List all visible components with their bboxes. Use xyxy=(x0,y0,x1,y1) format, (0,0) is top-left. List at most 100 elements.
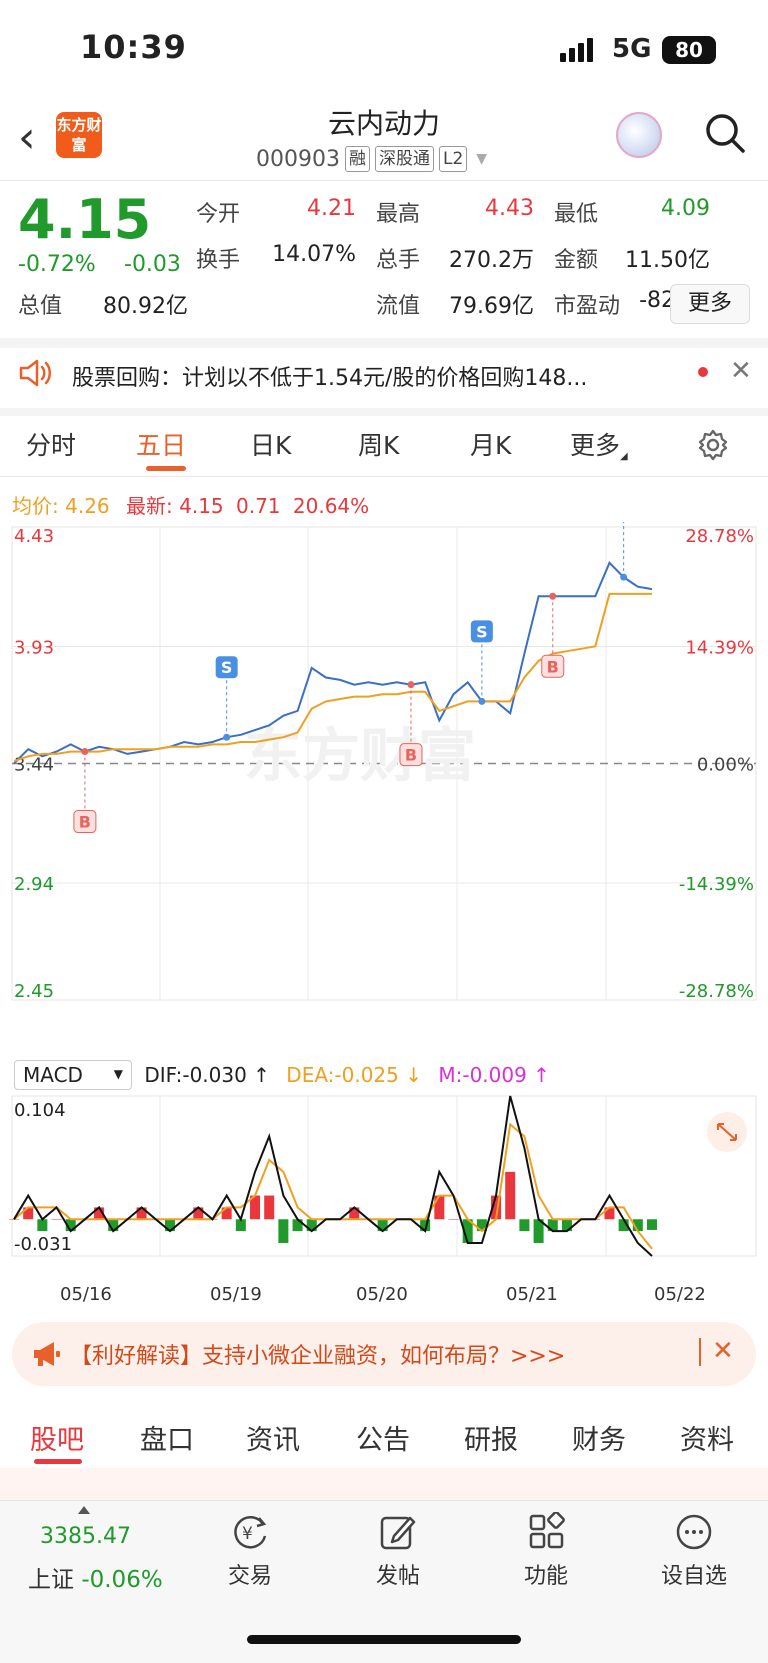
divider xyxy=(0,408,768,416)
m-value: M:-0.009 ↑ xyxy=(438,1063,550,1087)
macd-hist-bar xyxy=(505,1171,516,1220)
pct-axis-label: -28.78% xyxy=(679,981,754,1002)
network-type: 5G xyxy=(612,34,652,64)
tag-margin: 融 xyxy=(344,146,370,172)
price-axis-label: 2.45 xyxy=(14,981,54,1002)
index-value[interactable]: 3385.47 xyxy=(40,1524,131,1549)
close-banner-icon[interactable]: ✕ xyxy=(712,1336,734,1366)
macd-hist-bar xyxy=(647,1219,657,1230)
tab-more[interactable]: 更多◢ xyxy=(570,426,628,462)
tab-finance[interactable]: 财务 xyxy=(572,1418,626,1457)
home-indicator xyxy=(247,1635,521,1644)
tab-profile[interactable]: 资料 xyxy=(680,1418,734,1457)
marker-label: B xyxy=(79,813,91,832)
search-icon[interactable] xyxy=(704,112,746,158)
macd-legend: MACD ▼ DIF:-0.030 ↑ DEA:-0.025 ↓ M:-0.009… xyxy=(14,1060,550,1090)
settings-icon[interactable] xyxy=(696,428,730,466)
speaker-icon xyxy=(18,358,52,392)
divider xyxy=(0,180,768,181)
marker-label: B xyxy=(547,657,559,676)
current-price: 4.15 xyxy=(18,188,152,251)
date-label: 05/21 xyxy=(506,1284,558,1305)
quote-value: 79.69亿 xyxy=(449,294,534,319)
indicator-select[interactable]: MACD ▼ xyxy=(14,1060,132,1090)
tab-intraday[interactable]: 分时 xyxy=(26,426,76,462)
chevron-down-icon: ▼ xyxy=(476,151,488,167)
tag-connect: 深股通 xyxy=(374,146,434,172)
caret-up-icon[interactable] xyxy=(78,1506,90,1514)
battery-icon: 80 xyxy=(662,36,716,64)
function-button[interactable]: 功能 xyxy=(496,1512,596,1590)
divider xyxy=(0,476,768,477)
feed-peek xyxy=(0,1468,768,1500)
quote-value: 4.21 xyxy=(307,196,356,221)
tab-underline xyxy=(34,1459,82,1464)
date-label: 05/19 xyxy=(210,1284,262,1305)
stock-subtitle[interactable]: 000903 融 深股通 L2 ▼ xyxy=(256,146,487,172)
tab-news[interactable]: 资讯 xyxy=(246,1418,300,1457)
macd-frame xyxy=(11,1095,757,1257)
pct-axis-label: 28.78% xyxy=(685,526,754,547)
macd-hist-bar xyxy=(448,1219,459,1220)
dea-value: DEA:-0.025 ↓ xyxy=(286,1063,422,1087)
marker-dot xyxy=(81,748,89,756)
tab-guba[interactable]: 股吧 xyxy=(30,1418,84,1457)
divider xyxy=(0,338,768,348)
chart-legend: 均价: 4.26 最新: 4.15 0.71 20.64% xyxy=(12,490,369,519)
tab-announcements[interactable]: 公告 xyxy=(356,1418,410,1457)
macd-min-label: -0.031 xyxy=(14,1234,72,1255)
latest-value: 4.15 xyxy=(179,494,224,518)
tag-l2: L2 xyxy=(438,146,468,172)
price-chart[interactable]: 东方财富4.433.933.442.942.4528.78%14.39%0.00… xyxy=(0,522,768,1282)
watchlist-label: 设自选 xyxy=(660,1564,727,1589)
notice-text[interactable]: 股票回购：计划以不低于1.54元/股的价格回购148... xyxy=(72,360,587,392)
function-label: 功能 xyxy=(523,1564,568,1589)
change-percent: -0.72% xyxy=(18,252,96,277)
clock: 10:39 xyxy=(80,28,187,66)
macd-hist-bar xyxy=(519,1219,530,1232)
pct-axis-label: -14.39% xyxy=(679,874,754,895)
tab-more-label: 更多 xyxy=(570,431,621,460)
separator xyxy=(699,1338,701,1366)
macd-hist-bar xyxy=(264,1195,275,1220)
price-axis-label: 4.43 xyxy=(14,526,54,547)
marker-dot xyxy=(478,697,486,705)
indicator-select-label: MACD xyxy=(23,1063,83,1087)
dif-value: DIF:-0.030 ↑ xyxy=(144,1063,270,1087)
marker-dot xyxy=(549,592,557,600)
pct-axis-label: 14.39% xyxy=(685,637,754,658)
post-button[interactable]: 发帖 xyxy=(348,1512,448,1590)
marker-dot xyxy=(407,681,415,689)
edit-icon xyxy=(380,1516,416,1550)
trade-button[interactable]: ¥ 交易 xyxy=(200,1512,300,1590)
tab-research[interactable]: 研报 xyxy=(464,1418,518,1457)
add-watchlist-button[interactable]: 设自选 xyxy=(644,1512,744,1590)
marker-dot xyxy=(620,573,628,581)
more-button[interactable]: 更多 xyxy=(670,284,750,324)
date-label: 05/20 xyxy=(356,1284,408,1305)
tab-pankou[interactable]: 盘口 xyxy=(140,1418,194,1457)
dif-line xyxy=(13,1095,653,1257)
tab-five-day[interactable]: 五日 xyxy=(136,426,186,462)
svg-text:¥: ¥ xyxy=(242,1524,253,1544)
macd-hist-bar xyxy=(51,1219,62,1220)
index-name[interactable]: 上证 -0.06% xyxy=(28,1560,163,1594)
tab-monthly-k[interactable]: 月K xyxy=(470,426,511,462)
corner-triangle-icon: ◢ xyxy=(620,451,628,462)
macd-hist-bar xyxy=(9,1219,19,1220)
change-amount: -0.03 xyxy=(124,252,181,277)
dropdown-arrow-icon: ▼ xyxy=(113,1067,123,1081)
marker-label: B xyxy=(405,746,417,765)
assistant-avatar[interactable] xyxy=(616,112,662,158)
tab-daily-k[interactable]: 日K xyxy=(250,426,291,462)
close-icon[interactable]: ✕ xyxy=(730,356,752,386)
tab-weekly-k[interactable]: 周K xyxy=(358,426,399,462)
trade-label: 交易 xyxy=(227,1564,272,1589)
quote-value: 4.09 xyxy=(661,196,710,221)
banner-text[interactable]: 【利好解读】支持小微企业融资，如何布局？>>> xyxy=(70,1338,565,1370)
latest-label: 最新: xyxy=(126,494,173,518)
marker-label: S xyxy=(221,658,233,677)
tab-underline xyxy=(146,466,186,471)
unread-dot xyxy=(698,367,708,377)
grid-icon xyxy=(529,1512,565,1549)
